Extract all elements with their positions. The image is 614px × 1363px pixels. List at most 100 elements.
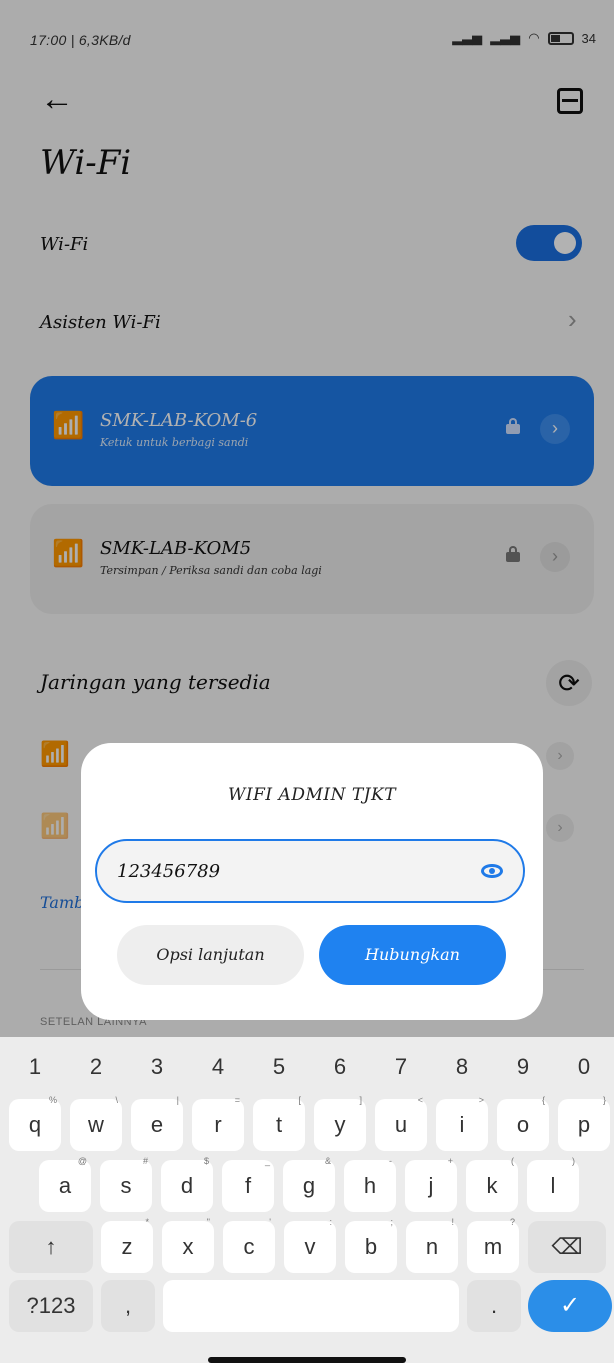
period-key[interactable]: .: [467, 1280, 521, 1332]
key-hint: (: [511, 1156, 514, 1166]
key-9[interactable]: 9: [497, 1037, 549, 1089]
key-q[interactable]: q%: [9, 1095, 61, 1151]
key-hint: !: [451, 1217, 454, 1227]
key-label: 2: [89, 1054, 103, 1079]
key-label: 0: [577, 1054, 591, 1079]
key-y[interactable]: y]: [314, 1095, 366, 1151]
key-c[interactable]: c ': [223, 1217, 275, 1273]
symbols-key[interactable]: ?123: [9, 1280, 93, 1332]
key-hint: >: [478, 1095, 484, 1105]
eye-icon[interactable]: [481, 864, 503, 878]
key-label: i: [459, 1112, 465, 1137]
key-hint: ": [206, 1217, 210, 1227]
key-label: 4: [211, 1054, 225, 1079]
key-0[interactable]: 0: [558, 1037, 610, 1089]
enter-key[interactable]: ✓: [528, 1280, 612, 1332]
key-hint: <: [417, 1095, 423, 1105]
key-a[interactable]: a @: [39, 1156, 91, 1212]
key-u[interactable]: u <: [375, 1095, 427, 1151]
key-t[interactable]: t[: [253, 1095, 305, 1151]
key-m[interactable]: m?: [467, 1217, 519, 1273]
key-r[interactable]: r =: [192, 1095, 244, 1151]
key-label: ⌫: [551, 1234, 583, 1259]
key-d[interactable]: d $: [161, 1156, 213, 1212]
key-label: b: [364, 1234, 378, 1259]
key-label: ,: [124, 1293, 132, 1318]
key-hint: =: [234, 1095, 240, 1105]
password-field[interactable]: 123456789: [95, 839, 525, 903]
key-hint: @: [77, 1156, 87, 1166]
comma-key[interactable]: ,: [101, 1280, 155, 1332]
key-label: m: [483, 1234, 503, 1259]
backspace-key[interactable]: ⌫: [528, 1221, 606, 1273]
key-label: g: [302, 1173, 316, 1198]
key-4[interactable]: 4: [192, 1037, 244, 1089]
key-2[interactable]: 2: [70, 1037, 122, 1089]
key-label: d: [180, 1173, 194, 1198]
key-hint: :: [329, 1217, 332, 1227]
key-label: f: [244, 1173, 252, 1198]
key-5[interactable]: 5: [253, 1037, 305, 1089]
key-1[interactable]: 1: [9, 1037, 61, 1089]
key-7[interactable]: 7: [375, 1037, 427, 1089]
key-n[interactable]: n!: [406, 1217, 458, 1273]
key-label: l: [550, 1173, 556, 1198]
key-label: a: [58, 1173, 72, 1198]
space-bar[interactable]: [163, 1280, 459, 1332]
connect-button[interactable]: Hubungkan: [319, 925, 506, 985]
key-label: ↑: [45, 1234, 57, 1259]
key-hint: -: [389, 1156, 392, 1166]
key-i[interactable]: i >: [436, 1095, 488, 1151]
key-z[interactable]: z *: [101, 1217, 153, 1273]
key-8[interactable]: 8: [436, 1037, 488, 1089]
key-label: k: [486, 1173, 498, 1198]
key-e[interactable]: e |: [131, 1095, 183, 1151]
key-hint: ': [269, 1217, 271, 1227]
key-o[interactable]: o{: [497, 1095, 549, 1151]
key-6[interactable]: 6: [314, 1037, 366, 1089]
key-label: p: [577, 1112, 591, 1137]
key-label: 6: [333, 1054, 347, 1079]
key-label: t: [275, 1112, 283, 1137]
key-hint: +: [447, 1156, 453, 1166]
key-p[interactable]: p}: [558, 1095, 610, 1151]
key-hint: #: [142, 1156, 148, 1166]
wifi-password-dialog: WIFI ADMIN TJKT 123456789 Opsi lanjutan …: [81, 743, 543, 1020]
key-l[interactable]: l): [527, 1156, 579, 1212]
key-label: c: [243, 1234, 255, 1259]
key-hint: ): [572, 1156, 575, 1166]
key-s[interactable]: s #: [100, 1156, 152, 1212]
key-label: e: [150, 1112, 164, 1137]
key-label: 8: [455, 1054, 469, 1079]
key-label: w: [88, 1112, 104, 1137]
key-hint: \: [115, 1095, 118, 1105]
advanced-options-button[interactable]: Opsi lanjutan: [117, 925, 304, 985]
key-label: x: [182, 1234, 194, 1259]
key-v[interactable]: v:: [284, 1217, 336, 1273]
key-hint: _: [264, 1156, 270, 1166]
key-label: r: [214, 1112, 222, 1137]
key-b[interactable]: b;: [345, 1217, 397, 1273]
key-label: .: [490, 1293, 498, 1318]
key-g[interactable]: g &: [283, 1156, 335, 1212]
dialog-title: WIFI ADMIN TJKT: [227, 785, 397, 805]
key-f[interactable]: f _: [222, 1156, 274, 1212]
key-hint: |: [176, 1095, 179, 1105]
key-hint: [: [298, 1095, 301, 1105]
shift-key[interactable]: ↑: [9, 1221, 93, 1273]
key-label: 9: [516, 1054, 530, 1079]
key-3[interactable]: 3: [131, 1037, 183, 1089]
key-j[interactable]: j +: [405, 1156, 457, 1212]
key-hint: {: [541, 1095, 545, 1105]
on-screen-keyboard: 1 2 3 4 5 6 7 8 9 0 q% w \ e | r = t[y] u < i > o{p} a @ s # d $ f _ g &…: [0, 1037, 614, 1363]
key-hint: %: [48, 1095, 57, 1105]
key-k[interactable]: k(: [466, 1156, 518, 1212]
key-h[interactable]: h-: [344, 1156, 396, 1212]
key-label: v: [304, 1234, 316, 1259]
key-hint: }: [602, 1095, 606, 1105]
key-label: n: [425, 1234, 439, 1259]
key-w[interactable]: w \: [70, 1095, 122, 1151]
key-x[interactable]: x ": [162, 1217, 214, 1273]
key-label: h: [363, 1173, 377, 1198]
key-hint: &: [324, 1156, 331, 1166]
